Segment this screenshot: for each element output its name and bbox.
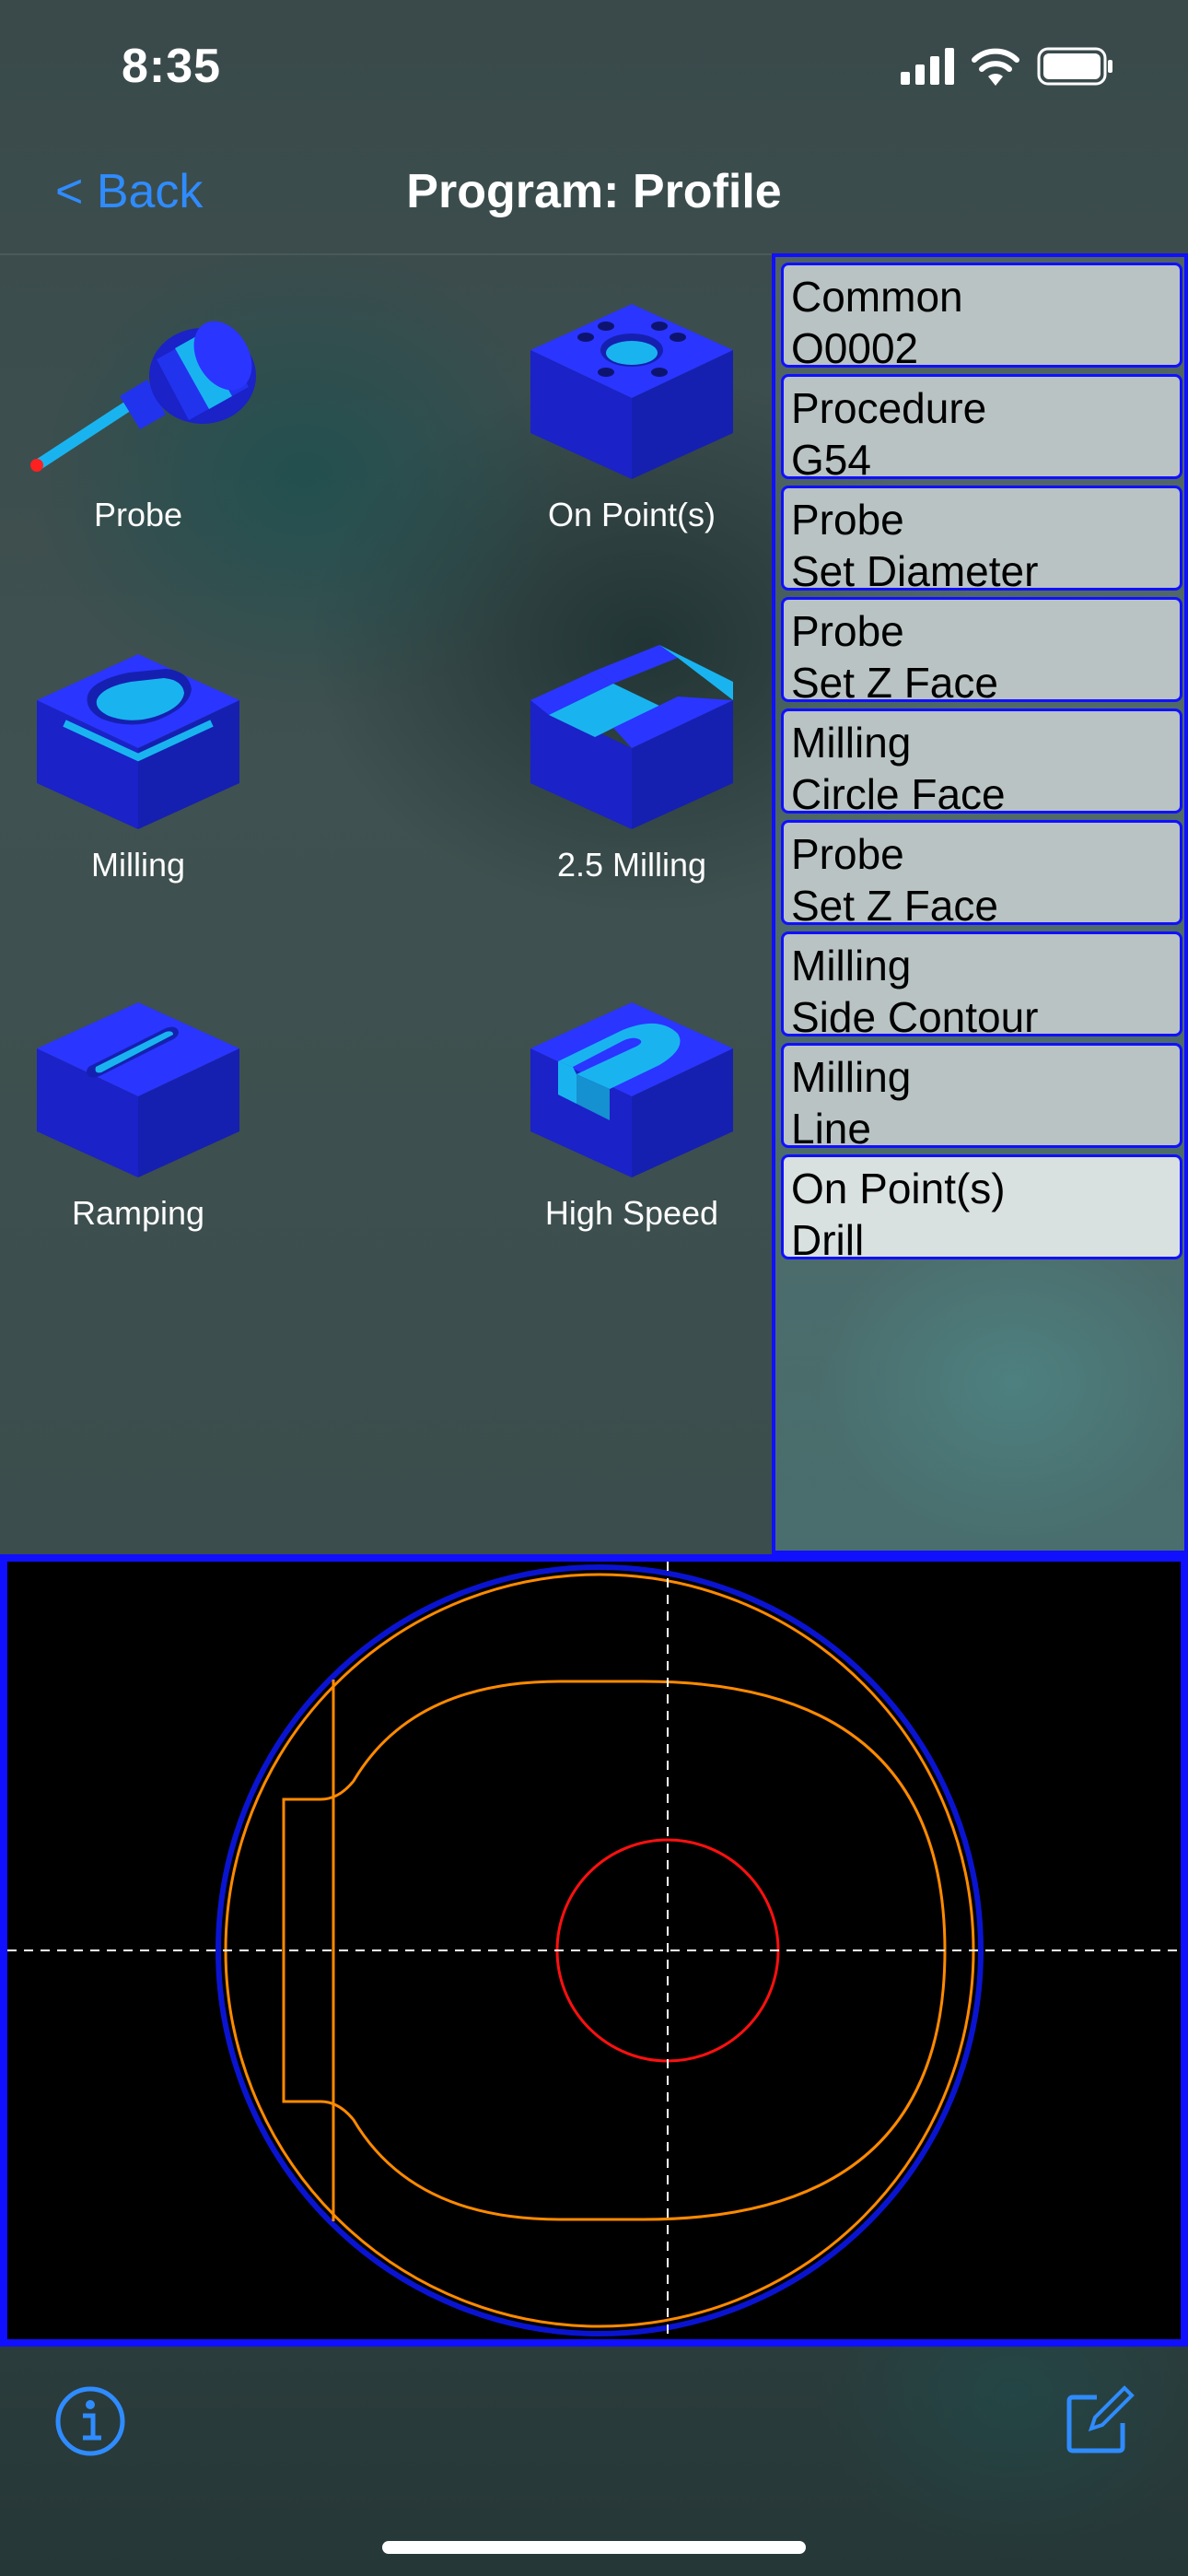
status-bar: 8:35 [0, 0, 1188, 138]
tool-label: Probe [93, 496, 183, 533]
tool-2-5-milling[interactable]: 2.5 Milling [494, 645, 770, 884]
procedure-category: Probe [791, 830, 904, 878]
procedure-item[interactable]: Probe Set Z Face [781, 597, 1182, 707]
procedure-item-selected[interactable]: On Point(s) Drill [781, 1154, 1182, 1264]
tool-label: On Point(s) [547, 496, 716, 533]
procedure-list[interactable]: Common O0002 Procedure G54 Probe Set Dia… [772, 253, 1188, 1554]
tool-on-points[interactable]: On Point(s) [494, 295, 770, 534]
tool-label: 2.5 Milling [556, 846, 707, 884]
procedure-name: Set Diameter [791, 547, 1039, 595]
procedure-category: Procedure [791, 384, 987, 432]
milling-icon [37, 654, 239, 829]
procedure-item[interactable]: Milling Circle Face [781, 708, 1182, 818]
wifi-icon [972, 48, 1019, 86]
procedure-category: Milling [791, 1053, 912, 1101]
procedure-name: O0002 [791, 324, 919, 372]
procedure-category: Common [791, 273, 963, 321]
procedure-item[interactable]: Common O0002 [781, 263, 1182, 372]
procedure-item[interactable]: Probe Set Diameter [781, 486, 1182, 595]
procedure-name: Set Z Face [791, 882, 998, 930]
procedure-name: G54 [791, 436, 871, 484]
navigation-bar: < Back Program: Profile [0, 138, 1188, 253]
tool-milling[interactable]: Milling [0, 645, 276, 884]
tool-ramping[interactable]: Ramping [0, 993, 276, 1233]
page-title: Program: Profile [406, 165, 782, 218]
tool-label: High Speed [544, 1194, 719, 1232]
procedure-category: On Point(s) [791, 1165, 1006, 1212]
status-icons [901, 46, 1114, 87]
procedure-item[interactable]: Probe Set Z Face [781, 820, 1182, 930]
compose-icon [1066, 2385, 1135, 2453]
procedure-name: Drill [791, 1216, 865, 1264]
on-points-icon [530, 304, 733, 479]
high-speed-icon [530, 1002, 733, 1177]
procedure-item[interactable]: Milling Line [781, 1043, 1182, 1153]
toolpath-drawing [7, 1562, 1181, 2339]
ramping-icon [37, 1002, 239, 1177]
battery-icon [1037, 47, 1112, 86]
compose-button[interactable] [1064, 2384, 1136, 2461]
tool-label: Ramping [71, 1194, 205, 1232]
info-icon [55, 2386, 125, 2456]
procedure-name: Circle Face [791, 770, 1006, 818]
procedure-category: Probe [791, 496, 904, 544]
procedure-category: Milling [791, 719, 912, 767]
procedure-category: Probe [791, 607, 904, 655]
info-button[interactable] [53, 2384, 127, 2463]
tool-high-speed[interactable]: High Speed [494, 993, 770, 1233]
home-indicator [382, 2541, 806, 2554]
procedure-item[interactable]: Milling Side Contour [781, 931, 1182, 1041]
profile-contour [282, 1680, 947, 2221]
procedure-name: Side Contour [791, 993, 1039, 1041]
probe-icon [30, 321, 256, 472]
signal-icon [901, 48, 954, 85]
toolpath-preview[interactable] [0, 1554, 1188, 2347]
procedure-category: Milling [791, 942, 912, 989]
tool-label: Milling [90, 846, 186, 884]
milling-2-5-icon [530, 645, 733, 829]
tool-probe[interactable]: Probe [0, 295, 276, 534]
procedure-item[interactable]: Procedure G54 [781, 374, 1182, 484]
clock: 8:35 [122, 40, 222, 93]
procedure-name: Line [791, 1105, 871, 1153]
procedure-name: Set Z Face [791, 659, 998, 707]
